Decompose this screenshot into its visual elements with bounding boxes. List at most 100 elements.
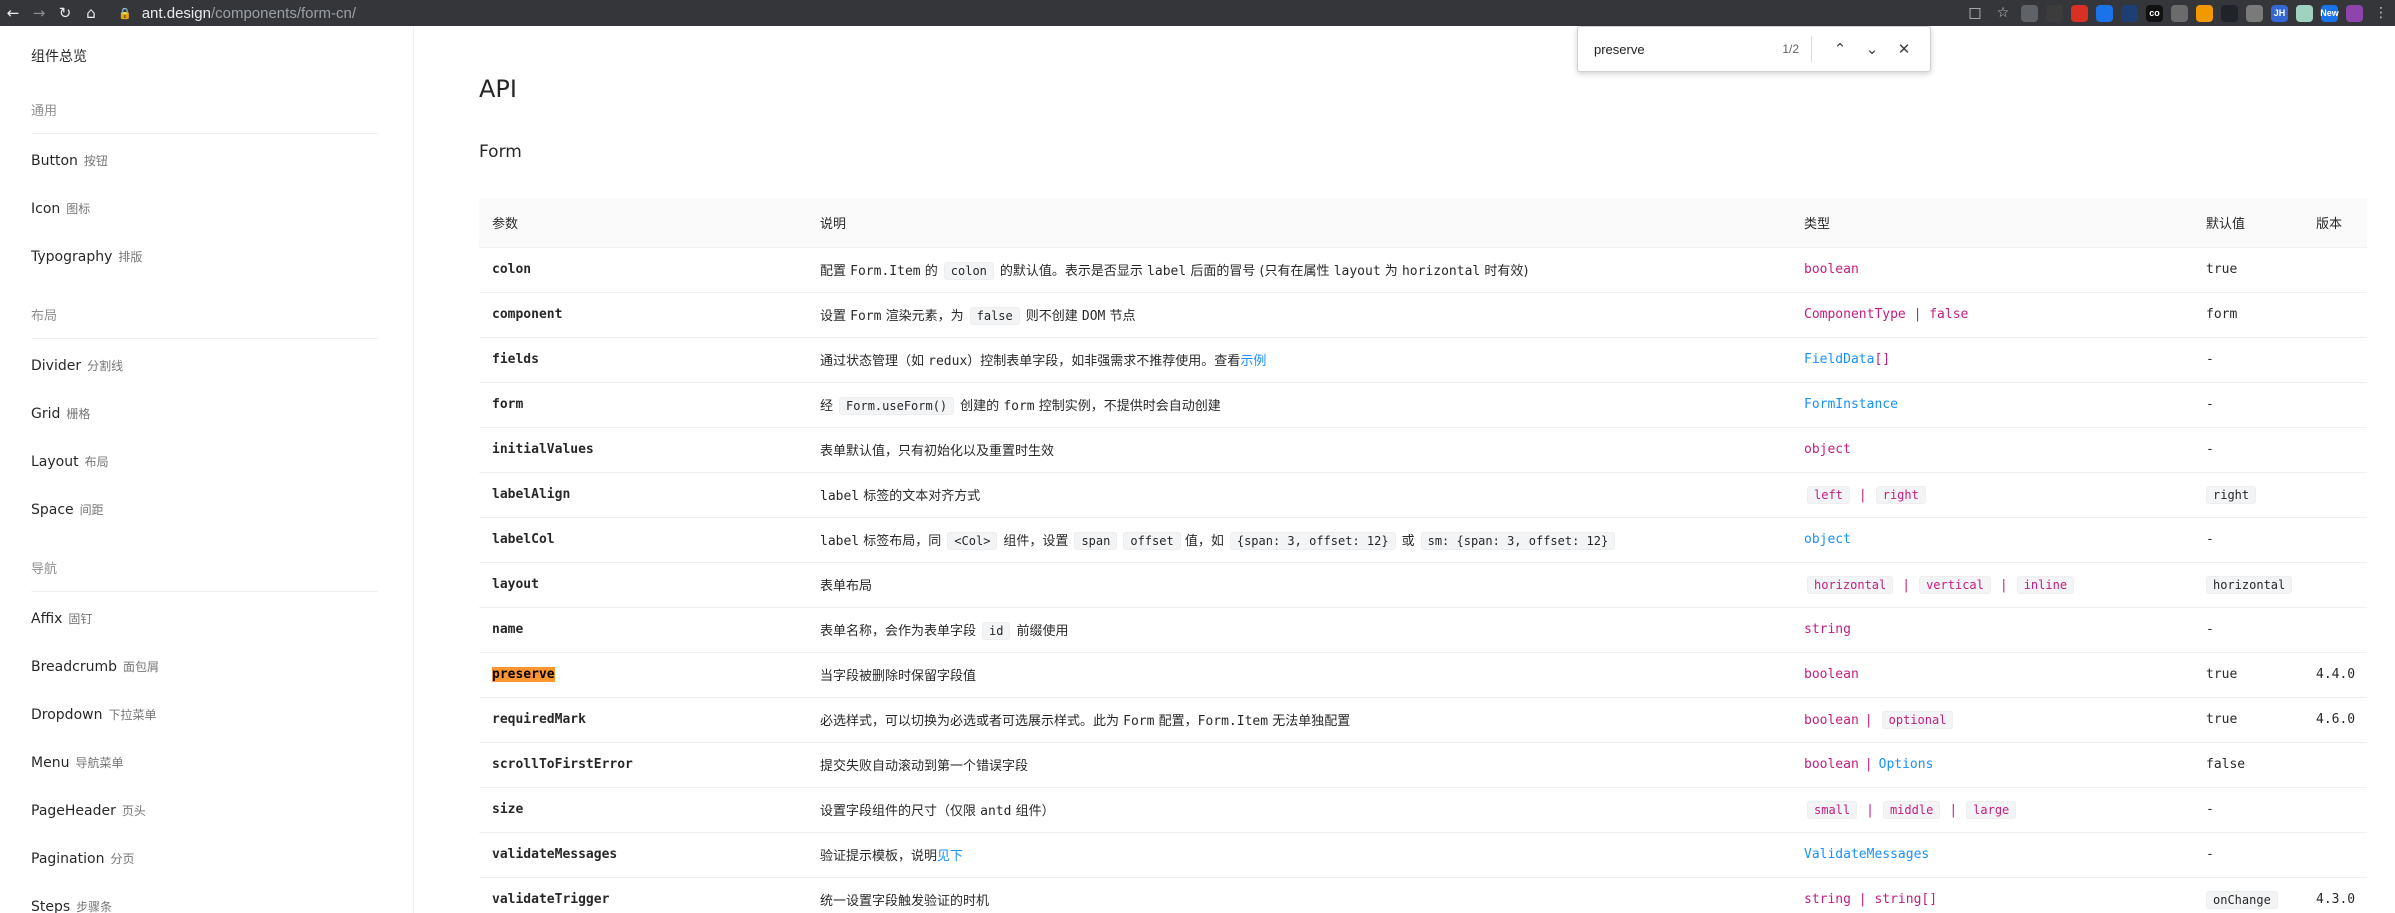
ext-blue-icon[interactable] (2096, 4, 2113, 22)
ext-circle-icon[interactable] (2246, 4, 2263, 22)
desc-text: 验证提示模板，说明 (820, 849, 938, 864)
sidebar-item-affix[interactable]: Affix 固钉 (31, 610, 92, 627)
desc-text: 标签的文本对齐方式 (863, 489, 981, 504)
type-separator: | (1866, 802, 1874, 818)
inline-code: <Col> (947, 531, 998, 550)
type-cell: string (1791, 607, 2193, 653)
description-cell: 表单默认值，只有初始化以及重置时生效 (807, 427, 1791, 473)
validatemessages-link[interactable]: ValidateMessages (1804, 847, 1929, 862)
header-type: 类型 (1791, 198, 2193, 248)
description-cell: label 标签布局，同 <Col> 组件，设置 span offset 值，如 {spa… (807, 517, 1791, 563)
description-cell: 表单布局 (807, 562, 1791, 608)
ext-green-icon[interactable] (2296, 4, 2313, 22)
sidebar-item-label: Typography (31, 249, 113, 265)
inline-code: offset (1123, 531, 1181, 550)
sidebar-item-button[interactable]: Button 按钮 (31, 152, 108, 169)
ext-new-icon[interactable]: New (2320, 4, 2339, 22)
ext-react-icon[interactable] (2221, 4, 2238, 22)
version-cell (2303, 382, 2367, 428)
find-next-chevron-down-icon[interactable]: ⌄ (1856, 40, 1888, 58)
example-link[interactable]: 示例 (1240, 354, 1266, 369)
type-cell: left | right (1791, 472, 2193, 518)
sidebar-item-menu[interactable]: Menu 导航菜单 (31, 754, 123, 771)
type-separator: | (1999, 577, 2008, 593)
desc-code: Form.Item (850, 263, 921, 279)
ext-white-icon[interactable] (2171, 4, 2188, 22)
reload-icon[interactable]: ↻ (52, 0, 78, 26)
table-row: initialValues 表单默认值，只有初始化以及重置时生效 object … (479, 427, 2367, 473)
sidebar-item-layout[interactable]: Layout 布局 (31, 453, 109, 470)
type-cell: ComponentType | false (1791, 292, 2193, 338)
sidebar-item-divider[interactable]: Divider 分割线 (31, 357, 123, 374)
find-previous-chevron-up-icon[interactable]: ⌃ (1824, 40, 1856, 58)
sidebar-item-pageheader[interactable]: PageHeader 页头 (31, 802, 146, 819)
sidebar-item-cn: 页头 (121, 804, 146, 818)
sidebar-overview[interactable]: 组件总览 (31, 46, 87, 66)
param-cell: labelAlign (479, 472, 807, 518)
extension-icons: co JH New ⋮ (2021, 4, 2391, 22)
type-code: vertical (1919, 575, 1991, 594)
browser-menu-icon[interactable]: ⋮ (2371, 5, 2391, 21)
sidebar-item-grid[interactable]: Grid 栅格 (31, 405, 90, 422)
bookmark-star-icon[interactable]: ☆ (1993, 5, 2013, 21)
sidebar-item-space[interactable]: Space 间距 (31, 501, 104, 518)
sidebar-item-label: Pagination (31, 851, 105, 867)
type-cell: object (1791, 517, 2193, 563)
default-cell: form (2193, 292, 2303, 338)
version-cell (2303, 787, 2367, 833)
type-cell: boolean (1791, 652, 2193, 698)
ext-navy-icon[interactable] (2121, 4, 2138, 22)
see-below-link[interactable]: 见下 (937, 849, 963, 864)
version-cell (2303, 607, 2367, 653)
ext-dark-icon[interactable] (2046, 4, 2063, 22)
desc-code: Form (850, 308, 882, 324)
sidebar-item-pagination[interactable]: Pagination 分页 (31, 850, 134, 867)
object-link[interactable]: object (1804, 532, 1851, 547)
description-cell: 表单名称，会作为表单字段 id 前缀使用 (807, 607, 1791, 653)
param-cell: name (479, 607, 807, 653)
options-link[interactable]: Options (1879, 757, 1934, 772)
home-icon[interactable]: ⌂ (78, 0, 104, 26)
find-input[interactable]: preserve (1594, 42, 1782, 57)
type-text: boolean (1804, 712, 1859, 728)
default-code: right (2206, 485, 2257, 504)
ext-black-icon[interactable]: co (2146, 4, 2163, 22)
ext-gray-icon[interactable] (2021, 4, 2038, 22)
sidebar-item-dropdown[interactable]: Dropdown 下拉菜单 (31, 706, 156, 723)
type-code: optional (1881, 710, 1954, 729)
header-param: 参数 (479, 198, 807, 248)
default-cell: false (2193, 742, 2303, 788)
back-arrow-icon[interactable]: ← (0, 0, 26, 26)
sidebar-item-typography[interactable]: Typography 排版 (31, 248, 142, 265)
default-cell: - (2193, 337, 2303, 383)
table-row: validateMessages 验证提示模板，说明见下 ValidateMes… (479, 832, 2367, 878)
find-in-page-bar: preserve 1/2 ⌃ ⌄ ✕ (1577, 26, 1931, 72)
section-title: Form (479, 142, 522, 162)
sidebar-item-cn: 分页 (110, 852, 135, 866)
table-row: labelAlign label 标签的文本对齐方式 left | right ri… (479, 472, 2367, 518)
type-cell: boolean (1791, 247, 2193, 293)
type-code: middle (1882, 800, 1941, 819)
type-cell: boolean | Options (1791, 742, 2193, 788)
sidebar-item-breadcrumb[interactable]: Breadcrumb 面包屑 (31, 658, 159, 675)
find-close-icon[interactable]: ✕ (1888, 40, 1920, 58)
version-cell (2303, 247, 2367, 293)
sidebar-item-cn: 步骤条 (76, 900, 113, 913)
forminstance-link[interactable]: FormInstance (1804, 397, 1898, 412)
description-cell: 必选样式，可以切换为必选或者可选展示样式。此为 Form 配置，Form.Ite… (807, 697, 1791, 743)
fielddata-link[interactable]: FieldData (1804, 352, 1874, 367)
sidebar-item-steps[interactable]: Steps 步骤条 (31, 898, 112, 913)
ext-red-icon[interactable] (2071, 4, 2088, 22)
sidebar-item-cn: 导航菜单 (75, 756, 124, 770)
ext-moon-icon[interactable] (2346, 4, 2363, 22)
page-action-icon[interactable]: □ (1965, 5, 1985, 21)
ext-jh-icon[interactable]: JH (2271, 4, 2288, 22)
sidebar-item-cn: 下拉菜单 (108, 708, 157, 722)
sidebar-item-label: Affix (31, 611, 63, 627)
version-cell (2303, 427, 2367, 473)
sidebar-item-cn: 面包屑 (122, 660, 159, 674)
ext-chrome-icon[interactable] (2196, 4, 2213, 22)
forward-arrow-icon[interactable]: → (26, 0, 52, 26)
address-bar[interactable]: 🔒 ant.design/components/form-cn/ (118, 0, 356, 26)
sidebar-item-icon[interactable]: Icon 图标 (31, 200, 90, 217)
